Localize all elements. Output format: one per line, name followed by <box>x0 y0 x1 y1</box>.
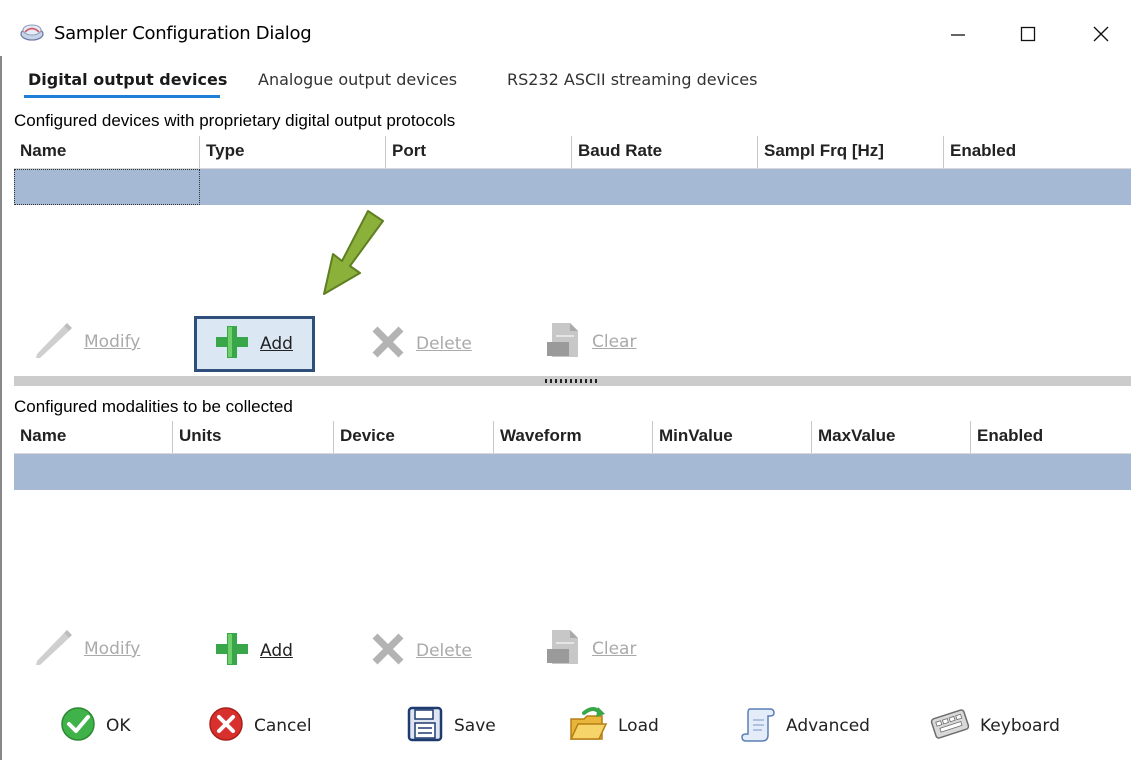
devices-modify-button[interactable]: Modify <box>34 320 140 364</box>
modalities-add-label: Add <box>260 641 293 661</box>
devices-add-button[interactable]: Add <box>214 322 293 366</box>
keyboard-icon <box>930 706 970 747</box>
devices-delete-button[interactable]: Delete <box>370 322 472 366</box>
devices-table-header: Name Type Port Baud Rate Sampl Frq [Hz] … <box>14 136 1131 170</box>
modalities-table-header: Name Units Device Waveform MinValue MaxV… <box>14 421 1131 455</box>
x-icon <box>370 631 406 672</box>
devices-clear-button[interactable]: Clear <box>544 320 636 364</box>
keyboard-button[interactable]: Keyboard <box>930 706 1060 746</box>
focused-cell <box>14 169 200 205</box>
annotation-arrow-icon <box>318 208 388 298</box>
column-header-name[interactable]: Name <box>14 136 200 170</box>
cancel-icon <box>208 706 244 747</box>
cancel-button[interactable]: Cancel <box>208 706 312 746</box>
column-header-enabled[interactable]: Enabled <box>971 421 1131 455</box>
devices-delete-label: Delete <box>416 334 472 354</box>
app-logo-icon <box>20 22 44 42</box>
devices-section-title: Configured devices with proprietary digi… <box>14 111 456 130</box>
scroll-icon <box>740 705 776 748</box>
document-icon <box>544 320 582 365</box>
devices-table-row-selected[interactable] <box>14 169 1131 205</box>
window-title: Sampler Configuration Dialog <box>54 23 312 44</box>
minimize-button[interactable] <box>935 16 981 52</box>
advanced-label: Advanced <box>786 716 870 736</box>
close-button[interactable] <box>1078 16 1124 52</box>
modalities-add-button[interactable]: Add <box>214 629 293 673</box>
modalities-modify-button[interactable]: Modify <box>34 627 140 671</box>
tab-digital-output-devices[interactable]: Digital output devices <box>28 70 227 89</box>
folder-icon <box>568 705 608 748</box>
splitter-grip[interactable] <box>545 379 600 383</box>
tab-analogue-output-devices[interactable]: Analogue output devices <box>258 70 457 89</box>
devices-modify-label: Modify <box>84 332 141 352</box>
modalities-clear-button[interactable]: Clear <box>544 627 636 671</box>
modalities-table-body[interactable] <box>14 490 1131 615</box>
modalities-section-title: Configured modalities to be collected <box>14 397 293 416</box>
cancel-label: Cancel <box>254 716 312 736</box>
active-tab-indicator <box>24 95 220 98</box>
check-icon <box>60 706 96 747</box>
window-left-edge <box>0 0 2 760</box>
title-bar: Sampler Configuration Dialog <box>0 0 1131 56</box>
modalities-clear-label: Clear <box>592 639 637 659</box>
ok-button[interactable]: OK <box>60 706 131 746</box>
ok-label: OK <box>106 716 131 736</box>
save-label: Save <box>454 716 496 736</box>
devices-table-body[interactable] <box>14 205 1131 310</box>
floppy-icon <box>406 705 444 748</box>
column-header-sampl-frq[interactable]: Sampl Frq [Hz] <box>758 136 944 170</box>
pencil-icon <box>34 627 74 672</box>
save-button[interactable]: Save <box>406 706 496 746</box>
devices-add-label: Add <box>260 334 293 354</box>
document-icon <box>544 627 582 672</box>
modalities-delete-label: Delete <box>416 641 472 661</box>
maximize-button[interactable] <box>1005 16 1051 52</box>
tab-rs232-ascii-streaming-devices[interactable]: RS232 ASCII streaming devices <box>507 70 757 89</box>
column-header-port[interactable]: Port <box>386 136 572 170</box>
column-header-waveform[interactable]: Waveform <box>494 421 653 455</box>
advanced-button[interactable]: Advanced <box>740 706 870 746</box>
column-header-minvalue[interactable]: MinValue <box>653 421 812 455</box>
modalities-table-row-selected[interactable] <box>14 454 1131 490</box>
modalities-modify-label: Modify <box>84 639 141 659</box>
devices-clear-label: Clear <box>592 332 637 352</box>
column-header-type[interactable]: Type <box>200 136 386 170</box>
load-button[interactable]: Load <box>568 706 659 746</box>
plus-icon <box>214 631 250 672</box>
column-header-baud-rate[interactable]: Baud Rate <box>572 136 758 170</box>
pencil-icon <box>34 320 74 365</box>
keyboard-label: Keyboard <box>980 716 1060 736</box>
plus-icon <box>214 324 250 365</box>
column-header-enabled[interactable]: Enabled <box>944 136 1131 170</box>
x-icon <box>370 324 406 365</box>
column-header-maxvalue[interactable]: MaxValue <box>812 421 971 455</box>
column-header-device[interactable]: Device <box>334 421 494 455</box>
column-header-units[interactable]: Units <box>173 421 334 455</box>
load-label: Load <box>618 716 659 736</box>
column-header-name[interactable]: Name <box>14 421 173 455</box>
modalities-delete-button[interactable]: Delete <box>370 629 472 673</box>
